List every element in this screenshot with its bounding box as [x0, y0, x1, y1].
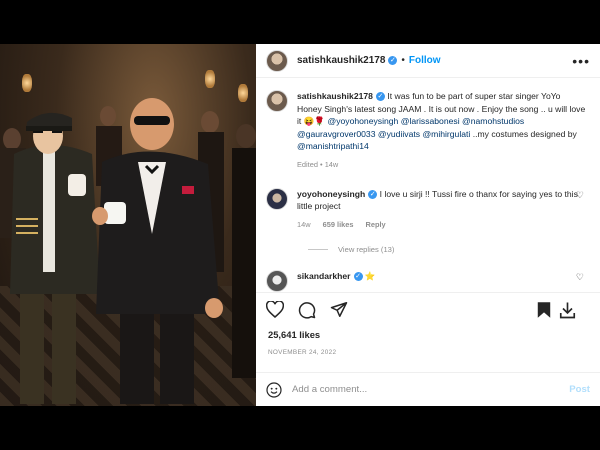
follow-button[interactable]: Follow — [409, 55, 441, 66]
comment-body: yoyohoneysingh ✓ I love u sirji !! Tussi … — [297, 188, 587, 232]
heart-icon[interactable] — [266, 301, 284, 318]
mention-link[interactable]: @yoyohoneysingh — [327, 116, 398, 126]
mention-link[interactable]: @namohstudios — [462, 116, 524, 126]
mention-link[interactable]: @larissabonesi — [401, 116, 460, 126]
comment-input[interactable]: Add a comment... — [292, 384, 367, 395]
caption-meta: Edited • 14w — [297, 159, 587, 172]
comment-text: ⭐ — [364, 271, 376, 282]
reply-button[interactable]: Reply — [366, 220, 386, 229]
verified-icon: ✓ — [353, 272, 363, 282]
avatar[interactable] — [266, 270, 288, 292]
share-icon[interactable] — [330, 301, 348, 318]
more-icon[interactable]: ••• — [572, 53, 590, 69]
photo-people — [0, 98, 256, 404]
mention-link[interactable]: @mihirgulati — [422, 129, 470, 139]
divider — [308, 249, 328, 251]
emoji-icon[interactable] — [266, 381, 282, 398]
action-bar — [256, 292, 600, 326]
add-comment-bar: Add a comment... Post — [256, 372, 600, 406]
caption-sep: • — [320, 159, 323, 169]
caption-time: 14w — [324, 159, 339, 169]
post-button[interactable]: Post — [569, 384, 590, 395]
post-header: satishkaushik2178 ✓ • Follow ••• — [256, 44, 600, 78]
verified-icon: ✓ — [388, 56, 398, 65]
heart-icon[interactable]: ♡ — [576, 272, 584, 283]
post-photo[interactable] — [0, 44, 256, 406]
comment-username[interactable]: sikandarkher — [297, 271, 351, 281]
caption-username[interactable]: satishkaushik2178 — [297, 91, 373, 101]
avatar[interactable] — [266, 187, 288, 210]
caption: satishkaushik2178 ✓ It was fun to be part… — [266, 90, 590, 172]
caption-text: ..my costumes designed by — [472, 128, 577, 139]
download-icon[interactable] — [559, 301, 576, 319]
mention-link[interactable]: @gauravgrover0033 — [297, 129, 375, 139]
comment-likes[interactable]: 659 likes — [323, 220, 354, 229]
avatar[interactable] — [266, 49, 288, 72]
comment-time: 14w — [297, 219, 311, 229]
mention-link[interactable]: @manishtripathi14 — [297, 141, 369, 151]
verified-icon: ✓ — [368, 189, 378, 199]
verified-icon: ✓ — [375, 92, 385, 101]
comment-meta: 14w 659 likes Reply — [297, 219, 587, 232]
edited-label: Edited — [297, 159, 318, 169]
post-sidebar: satishkaushik2178 ✓ • Follow ••• satishk… — [256, 44, 600, 406]
header-username[interactable]: satishkaushik2178 — [297, 55, 385, 66]
comment-icon[interactable] — [298, 301, 316, 319]
comment: yoyohoneysingh ✓ I love u sirji !! Tussi … — [266, 187, 590, 232]
comment: sikandarkher ✓ ⭐ ♡ — [266, 270, 590, 292]
comment-body: sikandarkher ✓ ⭐ — [297, 270, 587, 283]
heart-icon[interactable]: ♡ — [576, 190, 584, 201]
likes-count[interactable]: 25,641 likes — [268, 329, 320, 340]
comments-list[interactable]: satishkaushik2178 ✓ It was fun to be part… — [256, 78, 600, 292]
separator-dot: • — [401, 55, 405, 66]
view-replies-button[interactable]: View replies (13) — [308, 245, 590, 254]
post-date: NOVEMBER 24, 2022 — [268, 349, 337, 356]
comment-username[interactable]: yoyohoneysingh — [297, 189, 365, 199]
instagram-post-frame: satishkaushik2178 ✓ • Follow ••• satishk… — [0, 44, 600, 406]
view-replies-label: View replies (13) — [338, 245, 395, 255]
avatar[interactable] — [266, 90, 288, 112]
bookmark-icon[interactable] — [537, 301, 551, 319]
caption-body: satishkaushik2178 ✓ It was fun to be part… — [297, 90, 587, 172]
mention-link[interactable]: @yudiivats — [378, 129, 420, 139]
